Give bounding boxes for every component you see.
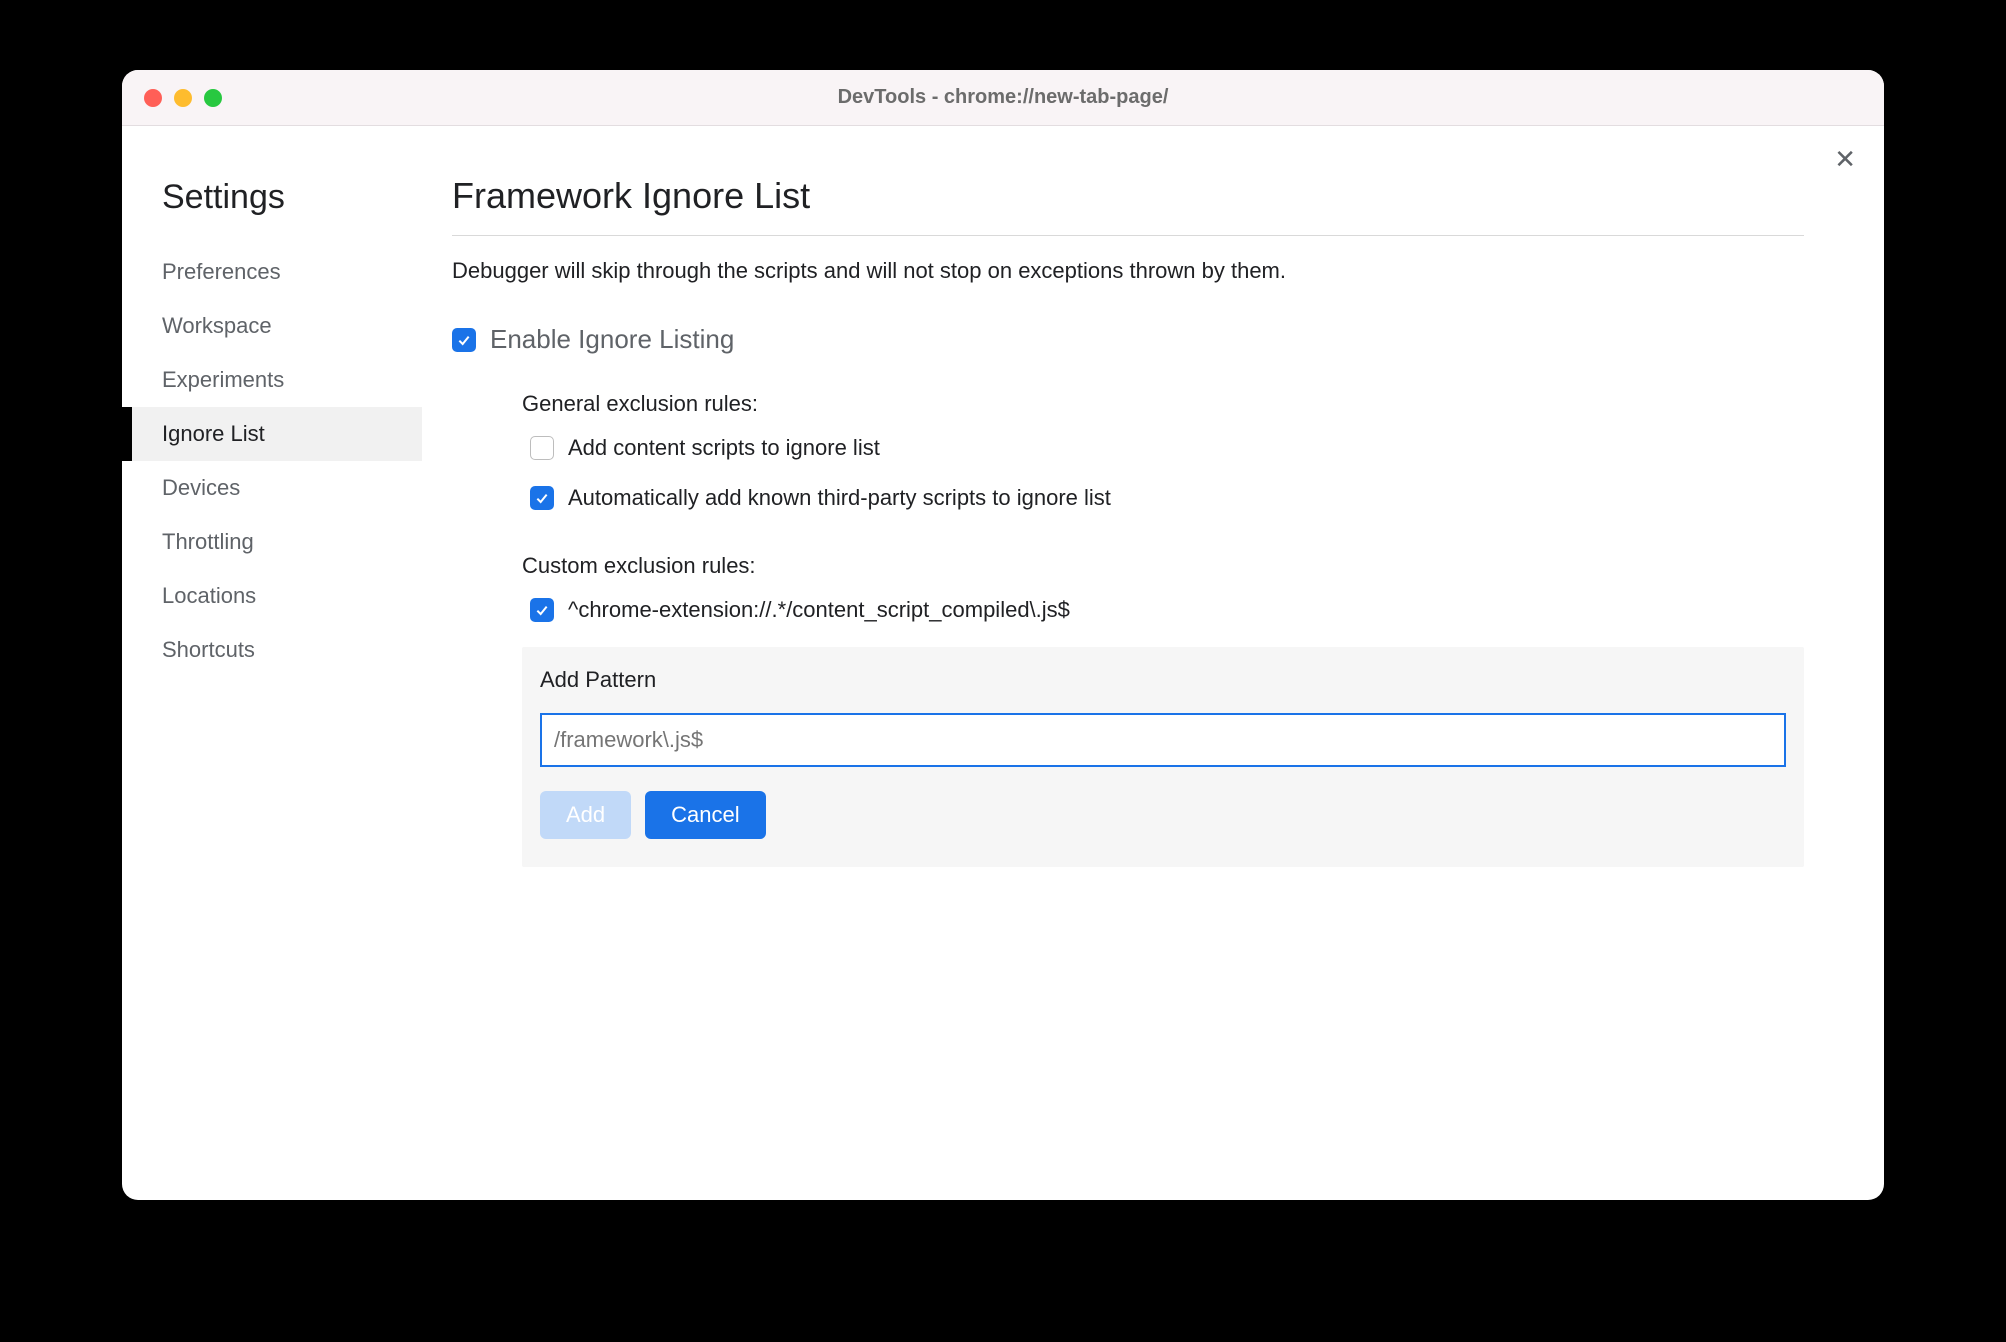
sidebar-item-experiments[interactable]: Experiments bbox=[132, 353, 422, 407]
window-title: DevTools - chrome://new-tab-page/ bbox=[142, 86, 1864, 109]
sidebar-item-workspace[interactable]: Workspace bbox=[132, 299, 422, 353]
custom-rule-checkbox[interactable] bbox=[530, 598, 554, 622]
custom-exclusion-title: Custom exclusion rules: bbox=[522, 553, 1804, 579]
add-pattern-label: Add Pattern bbox=[540, 667, 1786, 693]
sidebar-item-ignore-list[interactable]: Ignore List bbox=[132, 407, 422, 461]
custom-exclusion-section: Custom exclusion rules: ^chrome-extensio… bbox=[452, 553, 1804, 867]
close-window-button[interactable] bbox=[144, 89, 162, 107]
third-party-scripts-row: Automatically add known third-party scri… bbox=[522, 485, 1804, 511]
sidebar-item-locations[interactable]: Locations bbox=[132, 569, 422, 623]
add-pattern-buttons: Add Cancel bbox=[540, 791, 1786, 839]
page-description: Debugger will skip through the scripts a… bbox=[452, 258, 1804, 284]
settings-main: Framework Ignore List Debugger will skip… bbox=[422, 160, 1884, 1200]
custom-rule-label: ^chrome-extension://.*/content_script_co… bbox=[568, 597, 1070, 623]
add-button[interactable]: Add bbox=[540, 791, 631, 839]
settings-sidebar: Settings Preferences Workspace Experimen… bbox=[122, 160, 422, 1200]
cancel-button[interactable]: Cancel bbox=[645, 791, 765, 839]
general-exclusion-section: General exclusion rules: Add content scr… bbox=[452, 391, 1804, 511]
add-pattern-section: Add Pattern Add Cancel bbox=[522, 647, 1804, 867]
pattern-input[interactable] bbox=[540, 713, 1786, 767]
settings-content: ✕ Settings Preferences Workspace Experim… bbox=[122, 126, 1884, 1200]
zoom-window-button[interactable] bbox=[204, 89, 222, 107]
close-icon[interactable]: ✕ bbox=[1834, 146, 1856, 172]
third-party-scripts-checkbox[interactable] bbox=[530, 486, 554, 510]
general-exclusion-title: General exclusion rules: bbox=[522, 391, 1804, 417]
custom-rule-row: ^chrome-extension://.*/content_script_co… bbox=[522, 597, 1804, 623]
page-title: Framework Ignore List bbox=[452, 175, 1804, 236]
sidebar-item-shortcuts[interactable]: Shortcuts bbox=[132, 623, 422, 677]
third-party-scripts-label: Automatically add known third-party scri… bbox=[568, 485, 1111, 511]
traffic-lights bbox=[144, 89, 222, 107]
sidebar-item-devices[interactable]: Devices bbox=[132, 461, 422, 515]
sidebar-item-throttling[interactable]: Throttling bbox=[132, 515, 422, 569]
enable-ignore-listing-label: Enable Ignore Listing bbox=[490, 324, 734, 355]
enable-ignore-listing-checkbox[interactable] bbox=[452, 328, 476, 352]
sidebar-title: Settings bbox=[132, 178, 422, 245]
content-scripts-checkbox[interactable] bbox=[530, 436, 554, 460]
devtools-settings-window: DevTools - chrome://new-tab-page/ ✕ Sett… bbox=[122, 70, 1884, 1200]
content-scripts-label: Add content scripts to ignore list bbox=[568, 435, 880, 461]
minimize-window-button[interactable] bbox=[174, 89, 192, 107]
window-titlebar: DevTools - chrome://new-tab-page/ bbox=[122, 70, 1884, 126]
content-scripts-row: Add content scripts to ignore list bbox=[522, 435, 1804, 461]
enable-ignore-listing-row: Enable Ignore Listing bbox=[452, 324, 1804, 355]
sidebar-item-preferences[interactable]: Preferences bbox=[132, 245, 422, 299]
